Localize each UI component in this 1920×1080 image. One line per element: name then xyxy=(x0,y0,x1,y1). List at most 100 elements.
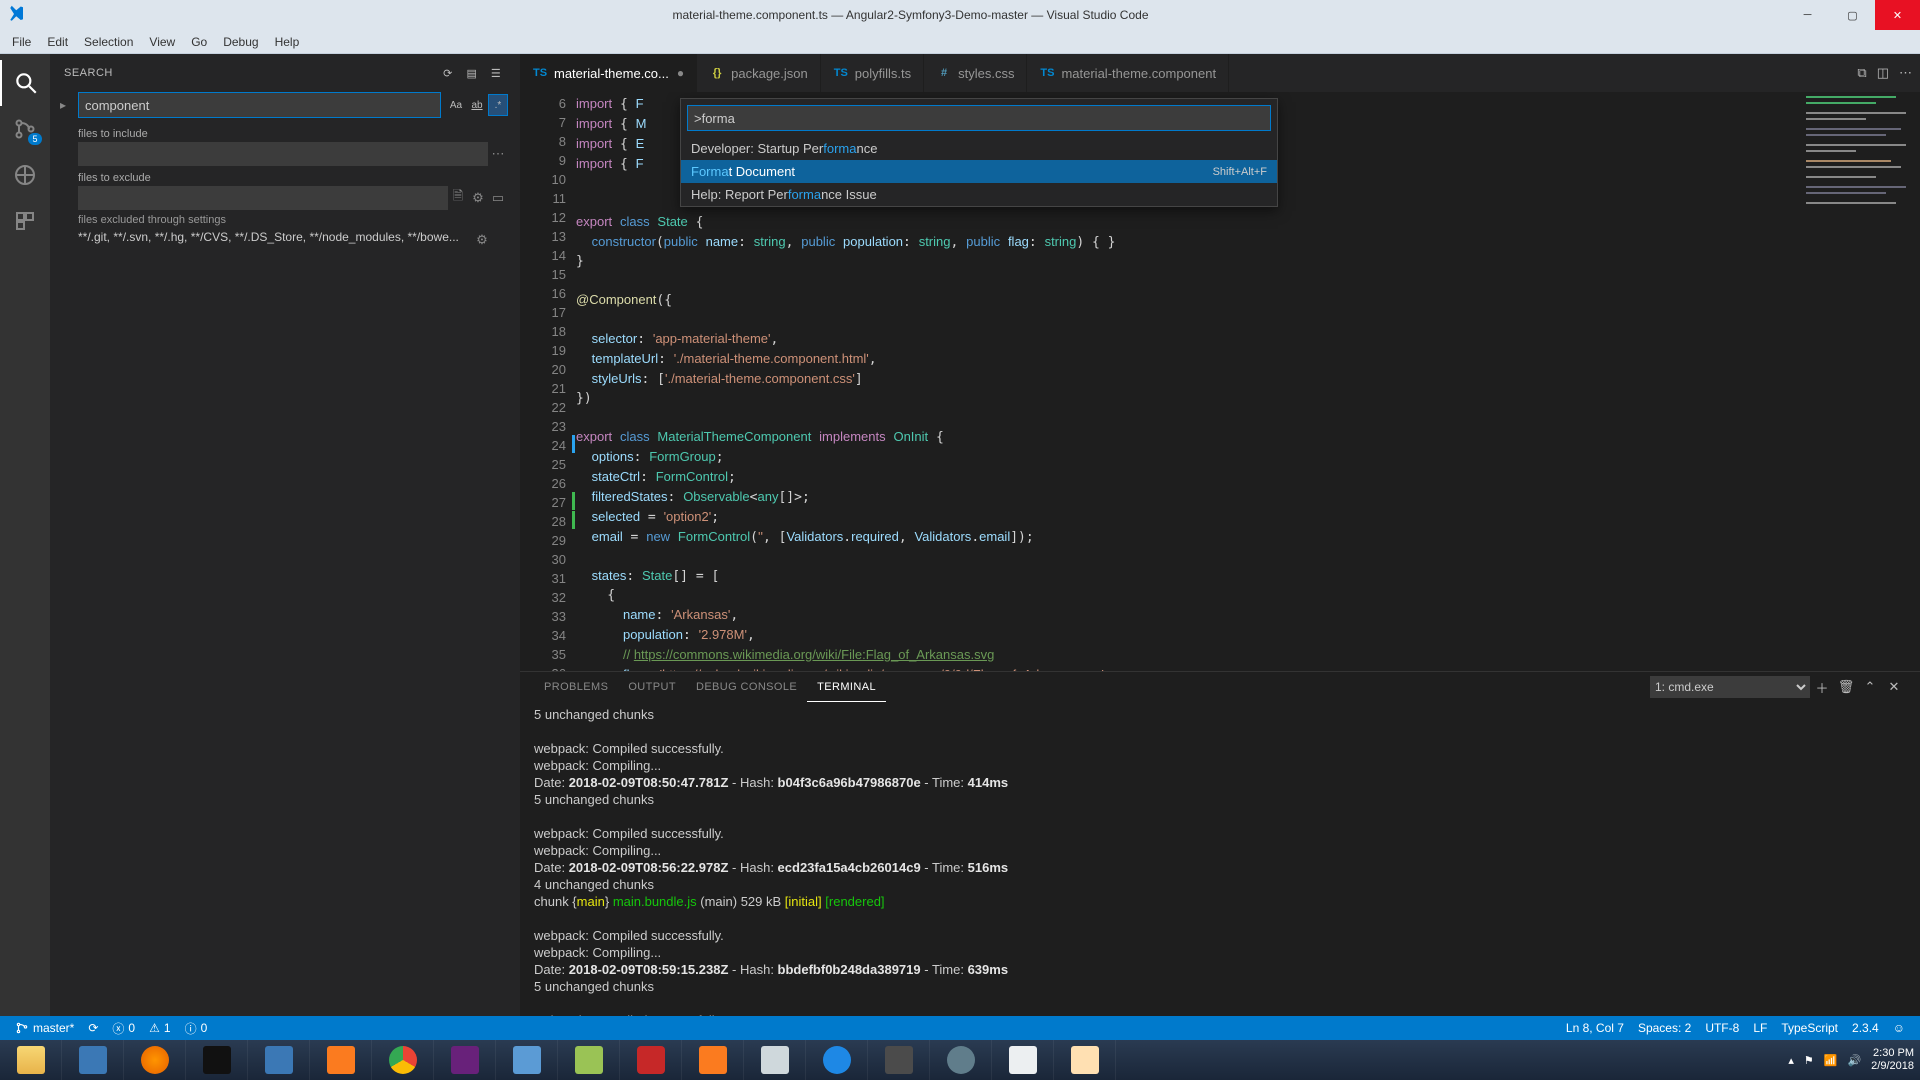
taskbar-app-icon[interactable] xyxy=(62,1040,124,1080)
panel-maximize-icon[interactable]: ⌃ xyxy=(1858,679,1882,695)
palette-item[interactable]: Format DocumentShift+Alt+F xyxy=(681,160,1277,183)
command-palette-input[interactable] xyxy=(687,105,1271,131)
editor-area: TSmaterial-theme.co...●{}package.jsonTSp… xyxy=(520,54,1920,1016)
refresh-icon[interactable]: ⟳ xyxy=(438,63,458,83)
taskbar-cmd-icon[interactable] xyxy=(186,1040,248,1080)
taskbar-ie-icon[interactable] xyxy=(806,1040,868,1080)
ts-version[interactable]: 2.3.4 xyxy=(1845,1021,1886,1035)
exclude-label: files to exclude xyxy=(50,166,520,186)
panel-close-icon[interactable]: ✕ xyxy=(1882,679,1906,695)
editor-tab[interactable]: #styles.css xyxy=(924,54,1027,92)
activity-extensions-icon[interactable] xyxy=(0,198,50,244)
new-terminal-icon[interactable]: ＋ xyxy=(1810,678,1834,697)
window-minimize-button[interactable]: ─ xyxy=(1785,0,1830,30)
close-icon[interactable]: ● xyxy=(677,66,684,80)
menu-debug[interactable]: Debug xyxy=(215,33,266,51)
whole-word-button[interactable]: ab xyxy=(467,94,487,116)
panel-tab-output[interactable]: OUTPUT xyxy=(618,672,686,702)
panel-tab-debug-console[interactable]: DEBUG CONSOLE xyxy=(686,672,807,702)
eol[interactable]: LF xyxy=(1746,1021,1774,1035)
toggle-details-icon[interactable]: ▸ xyxy=(60,98,78,112)
tray-expand-icon[interactable]: ▴ xyxy=(1788,1054,1794,1067)
file-icon[interactable]: 🗎 xyxy=(448,188,468,208)
encoding[interactable]: UTF-8 xyxy=(1698,1021,1746,1035)
taskbar-app-icon[interactable] xyxy=(248,1040,310,1080)
activity-debug-icon[interactable] xyxy=(0,152,50,198)
taskbar-xampp-icon[interactable] xyxy=(682,1040,744,1080)
panel-tab-terminal[interactable]: TERMINAL xyxy=(807,672,886,702)
palette-item[interactable]: Help: Report Performance Issue xyxy=(681,183,1277,206)
search-input[interactable] xyxy=(78,92,441,118)
palette-item[interactable]: Developer: Startup Performance xyxy=(681,137,1277,160)
windows-taskbar: ▴ ⚑ 📶 🔊 2:30 PM 2/9/2018 xyxy=(0,1040,1920,1080)
match-case-button[interactable]: Aa xyxy=(446,94,466,116)
menu-edit[interactable]: Edit xyxy=(39,33,76,51)
list-icon[interactable]: ☰ xyxy=(486,63,506,83)
menu-go[interactable]: Go xyxy=(183,33,215,51)
ts-file-icon: TS xyxy=(1039,65,1055,81)
taskbar-app-icon[interactable] xyxy=(558,1040,620,1080)
taskbar-app-icon[interactable] xyxy=(744,1040,806,1080)
activity-search-icon[interactable] xyxy=(0,60,50,106)
cursor-position[interactable]: Ln 8, Col 7 xyxy=(1559,1021,1631,1035)
regex-button[interactable]: .* xyxy=(488,94,508,116)
tray-volume-icon[interactable]: 🔊 xyxy=(1847,1054,1861,1067)
taskbar-firefox-icon[interactable] xyxy=(124,1040,186,1080)
tab-label: material-theme.component xyxy=(1061,66,1216,81)
window-close-button[interactable]: ✕ xyxy=(1875,0,1920,30)
vscode-logo-icon xyxy=(8,5,28,25)
status-warnings[interactable]: ⚠ 1 xyxy=(142,1021,177,1035)
editor-tabs: TSmaterial-theme.co...●{}package.jsonTSp… xyxy=(520,54,1920,92)
sidebar-title: SEARCH xyxy=(64,67,113,79)
git-branch[interactable]: master* xyxy=(8,1021,81,1035)
sidebar-search: SEARCH ⟳ ▤ ☰ ▸ Aa ab .* files to include… xyxy=(50,54,520,1016)
language-mode[interactable]: TypeScript xyxy=(1774,1021,1845,1035)
feedback-icon[interactable]: ☺ xyxy=(1886,1021,1912,1035)
more-icon[interactable]: ⋯ xyxy=(488,144,508,164)
taskbar-sublime-icon[interactable] xyxy=(868,1040,930,1080)
css-file-icon: # xyxy=(936,65,952,81)
menu-view[interactable]: View xyxy=(141,33,183,51)
collapse-icon[interactable]: ▤ xyxy=(462,63,482,83)
panel: PROBLEMSOUTPUTDEBUG CONSOLETERMINAL 1: c… xyxy=(520,671,1920,1016)
editor-tab[interactable]: {}package.json xyxy=(697,54,821,92)
menu-selection[interactable]: Selection xyxy=(76,33,141,51)
window-maximize-button[interactable]: ▢ xyxy=(1830,0,1875,30)
menu-help[interactable]: Help xyxy=(267,33,308,51)
taskbar-clock[interactable]: 2:30 PM 2/9/2018 xyxy=(1871,1047,1914,1073)
exclude-input[interactable] xyxy=(78,186,448,210)
taskbar-app-icon[interactable] xyxy=(496,1040,558,1080)
gear-icon[interactable]: ⚙ xyxy=(468,188,488,208)
indent[interactable]: Spaces: 2 xyxy=(1631,1021,1698,1035)
taskbar-xampp-icon[interactable] xyxy=(310,1040,372,1080)
split-editor-icon[interactable]: ◫ xyxy=(1877,65,1889,81)
include-input[interactable] xyxy=(78,142,488,166)
taskbar-explorer-icon[interactable] xyxy=(0,1040,62,1080)
gear-icon[interactable]: ⚙ xyxy=(472,230,492,250)
taskbar-chrome-icon[interactable] xyxy=(372,1040,434,1080)
minimap[interactable] xyxy=(1800,92,1920,671)
panel-tab-problems[interactable]: PROBLEMS xyxy=(534,672,618,702)
tray-flag-icon[interactable]: ⚑ xyxy=(1804,1054,1814,1067)
book-icon[interactable]: ▭ xyxy=(488,188,508,208)
terminal-select[interactable]: 1: cmd.exe xyxy=(1650,676,1810,698)
editor-tab[interactable]: TSpolyfills.ts xyxy=(821,54,924,92)
more-icon[interactable]: ⋯ xyxy=(1899,65,1912,81)
taskbar-vs-icon[interactable] xyxy=(434,1040,496,1080)
kill-terminal-icon[interactable]: 🗑 xyxy=(1834,679,1858,695)
taskbar-paint-icon[interactable] xyxy=(1054,1040,1116,1080)
editor-tab[interactable]: TS material-theme.component xyxy=(1027,54,1229,92)
taskbar-shield-icon[interactable] xyxy=(620,1040,682,1080)
editor-body[interactable]: 6789101112131415161718192021222324252627… xyxy=(520,92,1920,671)
git-sync[interactable]: ⟳ xyxy=(81,1021,105,1035)
status-info[interactable]: ⓘ 0 xyxy=(178,1020,215,1037)
editor-tab[interactable]: TSmaterial-theme.co...● xyxy=(520,54,697,92)
tray-network-icon[interactable]: 📶 xyxy=(1824,1054,1838,1067)
taskbar-notepad-icon[interactable] xyxy=(992,1040,1054,1080)
status-errors[interactable]: ⓧ 0 xyxy=(105,1020,142,1037)
menu-file[interactable]: File xyxy=(4,33,39,51)
taskbar-app-icon[interactable] xyxy=(930,1040,992,1080)
terminal-output[interactable]: 5 unchanged chunks webpack: Compiled suc… xyxy=(520,702,1920,1016)
compare-icon[interactable]: ⧉ xyxy=(1857,65,1866,81)
activity-scm-icon[interactable]: 5 xyxy=(0,106,50,152)
